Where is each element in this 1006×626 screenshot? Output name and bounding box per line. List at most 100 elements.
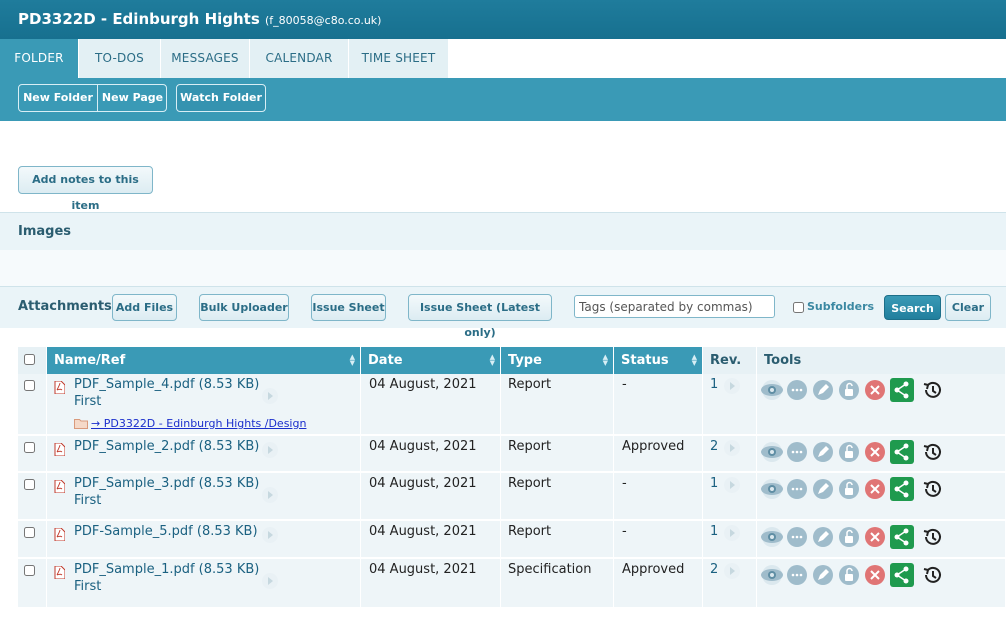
revision-link[interactable]: 2 [710, 562, 718, 577]
share-icon[interactable] [890, 477, 914, 501]
comment-icon[interactable] [786, 478, 808, 500]
revision-play-icon[interactable] [724, 525, 740, 541]
view-eye-icon[interactable] [759, 564, 785, 586]
edit-pen-icon[interactable] [812, 526, 834, 548]
edit-pen-icon[interactable] [812, 564, 834, 586]
project-title: PD3322D - Edinburgh Hights [18, 10, 260, 28]
file-name-link[interactable]: PDF_Sample_1.pdf (8.53 KB) [74, 562, 259, 577]
status-cell: Approved [622, 562, 685, 577]
view-eye-icon[interactable] [759, 478, 785, 500]
row-checkbox[interactable] [24, 380, 35, 391]
search-button[interactable]: Search [884, 295, 941, 320]
tab-calendar[interactable]: CALENDAR [250, 39, 349, 78]
add-files-button[interactable]: Add Files [112, 294, 177, 321]
status-cell: - [622, 377, 627, 392]
file-name-link[interactable]: PDF_Sample_3.pdf (8.53 KB) [74, 476, 259, 491]
comment-icon[interactable] [786, 379, 808, 401]
file-name-link[interactable]: PDF-Sample_5.pdf (8.53 KB) [74, 524, 258, 539]
issue-sheet-button[interactable]: Issue Sheet [311, 294, 386, 321]
revision-play-icon[interactable] [724, 563, 740, 579]
select-all-checkbox[interactable] [24, 354, 35, 365]
tab-folder[interactable]: FOLDER [0, 39, 79, 78]
share-icon[interactable] [890, 440, 914, 464]
issue-sheet-latest-button[interactable]: Issue Sheet (Latest only) [408, 294, 552, 339]
clear-button[interactable]: Clear [945, 294, 991, 321]
view-eye-icon[interactable] [759, 379, 785, 401]
folder-icon [74, 419, 88, 429]
share-icon[interactable] [890, 563, 914, 587]
tab-todos[interactable]: TO-DOS [79, 39, 161, 78]
tab-time-sheet[interactable]: TIME SHEET [349, 39, 449, 78]
revision-play-icon[interactable] [724, 477, 740, 493]
delete-icon[interactable] [864, 564, 886, 586]
add-notes-button[interactable]: Add notes to this item [18, 166, 153, 212]
share-icon[interactable] [890, 378, 914, 402]
history-icon[interactable] [921, 478, 943, 500]
type-cell: Report [508, 524, 552, 539]
row-checkbox[interactable] [24, 442, 35, 453]
new-folder-button[interactable]: New Folder [19, 85, 98, 111]
history-icon[interactable] [921, 564, 943, 586]
tab-messages[interactable]: MESSAGES [161, 39, 250, 78]
delete-icon[interactable] [864, 379, 886, 401]
row-checkbox[interactable] [24, 565, 35, 576]
preview-play-icon[interactable] [262, 573, 278, 589]
delete-icon[interactable] [864, 478, 886, 500]
status-cell: Approved [622, 439, 685, 454]
edit-pen-icon[interactable] [812, 379, 834, 401]
row-checkbox[interactable] [24, 527, 35, 538]
revision-link[interactable]: 1 [710, 524, 718, 539]
unlock-icon[interactable] [838, 526, 860, 548]
history-icon[interactable] [921, 379, 943, 401]
pdf-file-icon [54, 528, 65, 541]
view-eye-icon[interactable] [759, 526, 785, 548]
sort-icon: ▲ ▼ [349, 353, 355, 367]
row-checkbox[interactable] [24, 479, 35, 490]
share-icon[interactable] [890, 525, 914, 549]
subfolders-checkbox[interactable] [793, 302, 804, 313]
tags-input[interactable] [574, 295, 775, 318]
pdf-file-icon [54, 443, 65, 456]
folder-path-link[interactable]: → PD3322D - Edinburgh Hights /Design [91, 417, 306, 430]
file-name-link[interactable]: PDF_Sample_2.pdf (8.53 KB) [74, 439, 259, 454]
table-cell [614, 374, 703, 434]
status-cell: - [622, 524, 627, 539]
watch-folder-button[interactable]: Watch Folder [176, 84, 266, 112]
file-name-link[interactable]: PDF_Sample_4.pdf (8.53 KB) [74, 377, 259, 392]
history-icon[interactable] [921, 526, 943, 548]
images-heading: Images [18, 224, 72, 239]
unlock-icon[interactable] [838, 478, 860, 500]
edit-pen-icon[interactable] [812, 478, 834, 500]
delete-icon[interactable] [864, 526, 886, 548]
edit-pen-icon[interactable] [812, 441, 834, 463]
column-header-name-label: Name/Ref [54, 353, 126, 368]
revision-link[interactable]: 2 [710, 439, 718, 454]
preview-play-icon[interactable] [262, 527, 278, 543]
column-header-type[interactable]: Type ▲ ▼ [501, 347, 614, 374]
new-page-button[interactable]: New Page [98, 85, 166, 111]
revision-link[interactable]: 1 [710, 476, 718, 491]
type-cell: Report [508, 476, 552, 491]
preview-play-icon[interactable] [262, 442, 278, 458]
unlock-icon[interactable] [838, 564, 860, 586]
bulk-uploader-button[interactable]: Bulk Uploader [199, 294, 289, 321]
comment-icon[interactable] [786, 564, 808, 586]
delete-icon[interactable] [864, 441, 886, 463]
preview-play-icon[interactable] [262, 388, 278, 404]
column-header-status[interactable]: Status ▲ ▼ [614, 347, 703, 374]
revision-link[interactable]: 1 [710, 377, 718, 392]
column-header-name[interactable]: Name/Ref ▲ ▼ [47, 347, 361, 374]
comment-icon[interactable] [786, 526, 808, 548]
unlock-icon[interactable] [838, 379, 860, 401]
app-header: PD3322D - Edinburgh Hights (f_80058@c8o.… [0, 0, 1006, 39]
comment-icon[interactable] [786, 441, 808, 463]
page-title: PD3322D - Edinburgh Hights (f_80058@c8o.… [18, 10, 381, 28]
table-row: PDF_Sample_3.pdf (8.53 KB) First 04 August… [18, 473, 1006, 521]
history-icon[interactable] [921, 441, 943, 463]
revision-play-icon[interactable] [724, 378, 740, 394]
view-eye-icon[interactable] [759, 441, 785, 463]
column-header-date[interactable]: Date ▲ ▼ [361, 347, 501, 374]
unlock-icon[interactable] [838, 441, 860, 463]
revision-play-icon[interactable] [724, 440, 740, 456]
preview-play-icon[interactable] [262, 487, 278, 503]
